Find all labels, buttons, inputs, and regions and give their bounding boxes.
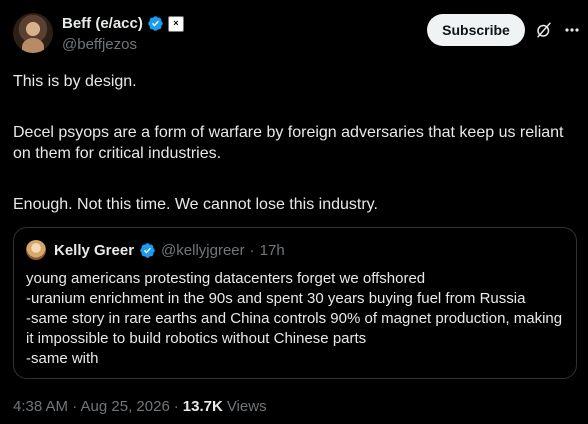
grok-icon[interactable] — [535, 21, 553, 39]
more-options-icon[interactable] — [565, 21, 579, 39]
author-name[interactable]: Beff (e/acc) — [62, 15, 143, 32]
quoted-author-handle[interactable]: @kellyjgreer — [161, 242, 245, 259]
quoted-author-avatar[interactable] — [26, 240, 46, 260]
quoted-tweet-age[interactable]: 17h — [260, 242, 285, 259]
quoted-tweet-line: -same story in rare earths and China con… — [26, 310, 563, 347]
subscribe-button[interactable]: Subscribe — [427, 14, 525, 46]
quoted-tweet-body: young americans protesting datacenters f… — [26, 269, 566, 369]
tweet-paragraph: This is by design. — [13, 73, 137, 90]
meta-separator: · — [249, 241, 255, 259]
quoted-tweet[interactable]: Kelly Greer @kellyjgreer · 17h young ame… — [13, 227, 577, 379]
views-label: Views — [226, 398, 267, 415]
tweet-footer: 4:38 AM · Aug 25, 2026 · 13.7K Views — [13, 398, 267, 415]
views-count: 13.7K — [182, 398, 223, 415]
quoted-tweet-line: -uranium enrichment in the 90s and spent… — [26, 290, 526, 307]
quoted-tweet-line: young americans protesting datacenters f… — [26, 270, 426, 287]
tweet-paragraph: Decel psyops are a form of warfare by fo… — [13, 124, 564, 162]
author-handle[interactable]: @beffjezos — [62, 36, 137, 53]
meta-separator: · — [173, 398, 179, 415]
tweet-paragraph: Enough. Not this time. We cannot lose th… — [13, 196, 378, 213]
tweet-timestamp[interactable]: 4:38 AM · Aug 25, 2026 — [13, 398, 170, 415]
quoted-tweet-header: Kelly Greer @kellyjgreer · 17h — [26, 240, 285, 260]
quoted-tweet-line: -same with — [26, 350, 99, 367]
verified-badge-icon — [148, 16, 163, 31]
author-avatar[interactable] — [13, 13, 53, 53]
tweet-header: Beff (e/acc) × @beffjezos Subscribe — [13, 13, 579, 57]
affiliate-badge-icon: × — [167, 15, 184, 32]
verified-badge-icon — [140, 242, 155, 258]
quoted-author-name[interactable]: Kelly Greer — [54, 242, 134, 259]
author-name-row: Beff (e/acc) × — [62, 15, 184, 32]
